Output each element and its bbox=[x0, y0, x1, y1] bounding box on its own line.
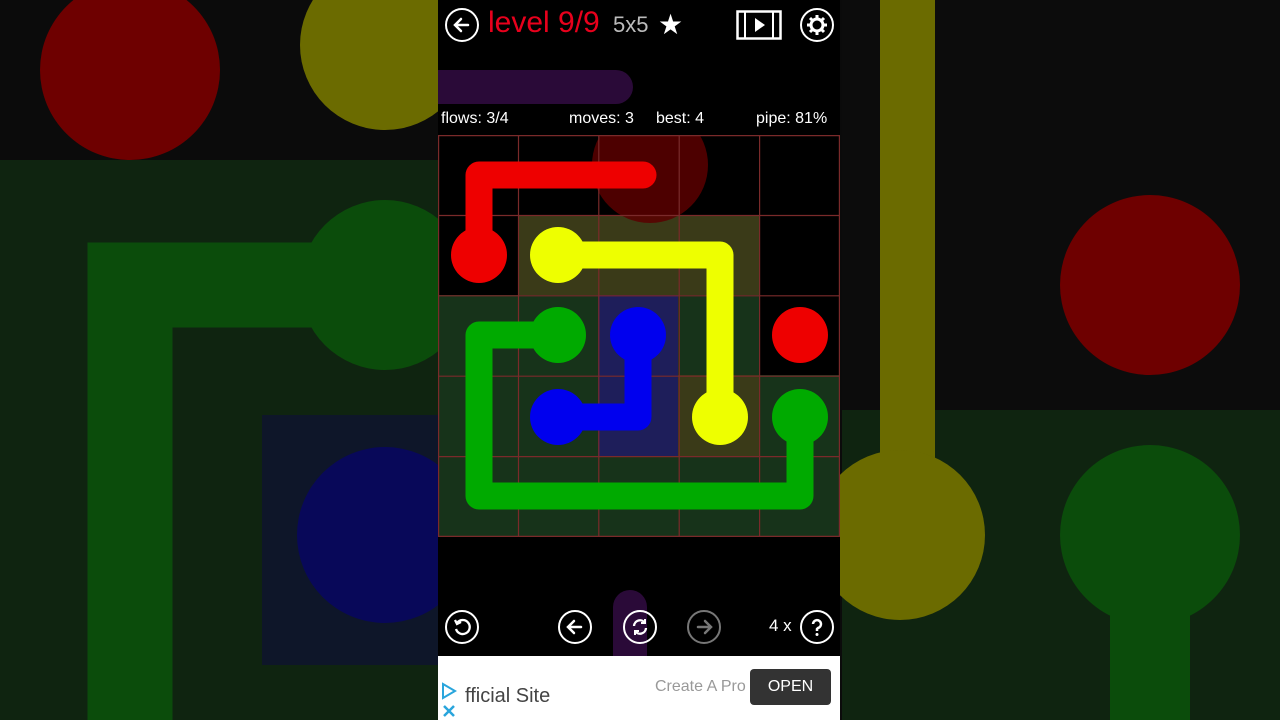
blue-dot-2[interactable] bbox=[530, 389, 586, 445]
red-dot[interactable] bbox=[451, 227, 507, 283]
pipe-percent: pipe: 81% bbox=[756, 110, 828, 127]
blue-dot[interactable] bbox=[610, 307, 666, 363]
green-dot-2[interactable] bbox=[772, 389, 828, 445]
level-title: level 9/9 bbox=[488, 6, 600, 39]
moves-count: moves: 3 bbox=[569, 110, 634, 127]
ad-banner[interactable]: fficial Site Create A Pro OPEN bbox=[438, 656, 840, 720]
reset-refresh-icon[interactable] bbox=[623, 610, 657, 644]
ad-choices-icon[interactable] bbox=[440, 680, 460, 720]
red-dot-2[interactable] bbox=[772, 307, 828, 363]
top-bar: level 9/9 5x5 ★ bbox=[438, 0, 840, 54]
settings-gear-icon[interactable] bbox=[800, 8, 834, 42]
ad-title: fficial Site bbox=[465, 685, 551, 707]
restart-icon[interactable] bbox=[445, 610, 479, 644]
back-arrow-icon[interactable] bbox=[445, 8, 479, 42]
green-dot[interactable] bbox=[530, 307, 586, 363]
star-icon: ★ bbox=[658, 9, 684, 40]
hint-question-icon[interactable] bbox=[800, 610, 834, 644]
ad-subtitle: Create A Pro bbox=[655, 678, 746, 695]
flows-count: flows: 3/4 bbox=[441, 110, 509, 127]
next-level-icon[interactable] bbox=[687, 610, 721, 644]
game-screen: level 9/9 5x5 ★ flows: 3/4 moves: 3 best… bbox=[438, 0, 840, 720]
best-count: best: 4 bbox=[656, 110, 705, 127]
yellow-dot-2[interactable] bbox=[692, 389, 748, 445]
decorative-smear bbox=[438, 70, 633, 104]
bottom-controls: 4 x bbox=[438, 606, 840, 650]
game-board[interactable] bbox=[438, 107, 840, 537]
ad-open-button[interactable]: OPEN bbox=[750, 669, 831, 705]
board-svg[interactable] bbox=[438, 107, 840, 537]
hints-count: 4 x bbox=[769, 616, 792, 635]
previous-level-icon[interactable] bbox=[558, 610, 592, 644]
board-size-label: 5x5 bbox=[613, 12, 649, 37]
video-icon[interactable] bbox=[736, 10, 782, 40]
yellow-dot[interactable] bbox=[530, 227, 586, 283]
